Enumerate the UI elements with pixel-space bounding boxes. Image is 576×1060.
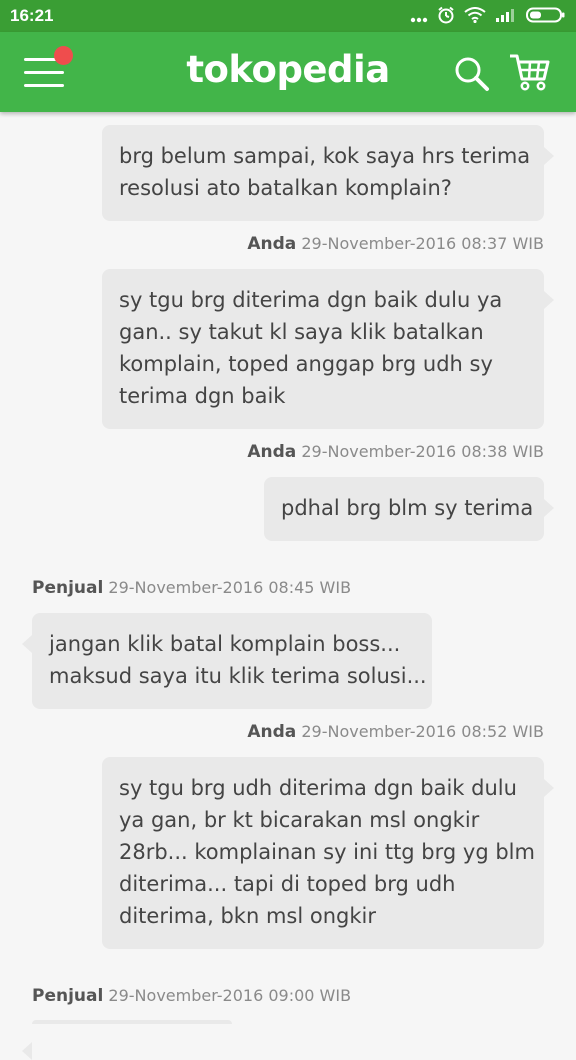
- message-timestamp: 29-November-2016 08:45 WIB: [108, 578, 352, 597]
- cart-icon: [510, 54, 550, 91]
- message-line: gan.. sy takut kl saya klik batalkan: [119, 320, 484, 344]
- message-line: terima dgn baik: [119, 384, 286, 408]
- message-line: diterima, bkn msl ongkir: [119, 904, 376, 928]
- status-bar: 16:21: [0, 0, 576, 32]
- sender-name: Anda: [247, 722, 297, 742]
- message-bubble: sy tgu brg diterima dgn baik dulu ya gan…: [102, 269, 554, 429]
- message-meta: Anda 29-November-2016 08:38 WIB: [247, 442, 544, 462]
- message-line: brg belum sampai, kok saya hrs terima: [119, 144, 531, 168]
- search-button[interactable]: [454, 56, 490, 92]
- search-icon: [455, 57, 489, 91]
- message-line: ya gan, br kt bicarakan msl ongkir: [119, 808, 480, 832]
- message-line: pdhal brg blm sy terima: [281, 496, 534, 520]
- dots-icon: [410, 8, 428, 28]
- message-meta: Penjual 29-November-2016 09:00 WIB: [32, 986, 351, 1006]
- battery-icon: [526, 7, 566, 28]
- message-line: resolusi ato batalkan komplain?: [119, 176, 452, 200]
- cart-button[interactable]: [508, 52, 552, 92]
- message-line: sy tgu brg udh diterima dgn baik dulu: [119, 776, 517, 800]
- status-icons: [410, 6, 566, 29]
- message-line: maksud saya itu klik terima solusi...: [49, 664, 427, 688]
- message-line: jangan klik batal komplain boss...: [49, 632, 401, 656]
- message-timestamp: 29-November-2016 08:37 WIB: [301, 234, 544, 253]
- alarm-icon: [437, 6, 455, 29]
- sender-name: Anda: [247, 234, 297, 254]
- message-line: komplain, toped anggap brg udh sy: [119, 352, 493, 376]
- message-line: sy tgu brg diterima dgn baik dulu ya: [119, 288, 503, 312]
- message-timestamp: 29-November-2016 09:00 WIB: [108, 986, 352, 1005]
- message-bubble: jangan klik batal komplain boss... maksu…: [22, 613, 432, 709]
- status-time: 16:21: [10, 6, 54, 25]
- sender-name: Penjual: [32, 578, 104, 598]
- message-bubble: pdhal brg blm sy terima: [264, 477, 554, 541]
- wifi-icon: [464, 7, 486, 28]
- message-timestamp: 29-November-2016 08:52 WIB: [301, 722, 544, 741]
- sender-name: Penjual: [32, 986, 104, 1006]
- message-bubble: sy tgu brg udh diterima dgn baik dulu ya…: [102, 757, 554, 949]
- sender-name: Anda: [247, 442, 297, 462]
- message-meta: Penjual 29-November-2016 08:45 WIB: [32, 578, 351, 598]
- signal-icon: [495, 7, 517, 28]
- message-bubble: brg belum sampai, kok saya hrs terima re…: [102, 125, 554, 221]
- message-meta: Anda 29-November-2016 08:37 WIB: [247, 234, 544, 254]
- message-line: 28rb... komplainan sy ini ttg brg yg blm: [119, 840, 535, 864]
- message-bubble: [22, 1020, 232, 1060]
- message-meta: Anda 29-November-2016 08:52 WIB: [247, 722, 544, 742]
- message-timestamp: 29-November-2016 08:38 WIB: [301, 442, 544, 461]
- message-line: diterima... tapi di toped brg udh: [119, 872, 456, 896]
- app-bar: tokopedia: [0, 32, 576, 112]
